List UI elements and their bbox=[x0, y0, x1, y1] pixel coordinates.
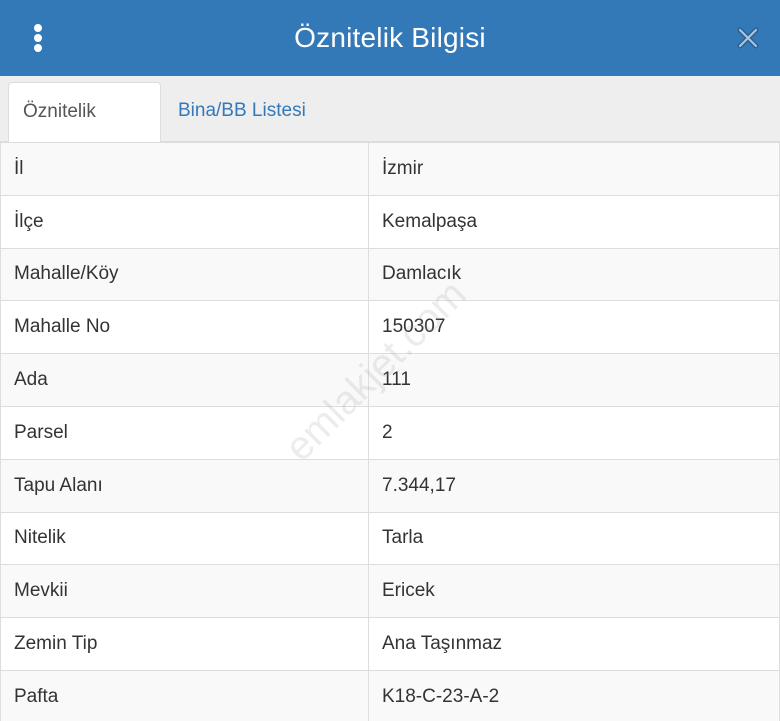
attribute-key: Tapu Alanı bbox=[0, 458, 369, 513]
table-row: Ada 111 bbox=[0, 353, 780, 407]
table-row: İlçe Kemalpaşa bbox=[0, 194, 780, 249]
attribute-value: Ericek bbox=[368, 564, 780, 619]
attribute-key: Pafta bbox=[0, 669, 369, 721]
attribute-value: İzmir bbox=[368, 142, 780, 196]
table-row: Mevkii Ericek bbox=[0, 564, 780, 619]
attribute-key: Ada bbox=[0, 353, 369, 407]
table-row: Mahalle/Köy Damlacık bbox=[0, 247, 780, 302]
attribute-value: 111 bbox=[368, 353, 780, 407]
attribute-value: 7.344,17 bbox=[368, 458, 780, 513]
tab-attribute-info[interactable]: Öznitelik Bilgisi bbox=[8, 82, 161, 180]
table-row: Tapu Alanı 7.344,17 bbox=[0, 458, 780, 513]
attribute-key: İl bbox=[0, 142, 369, 196]
table-row: Nitelik Tarla bbox=[0, 511, 780, 566]
table-row: İl İzmir bbox=[0, 142, 780, 196]
attribute-key: Nitelik bbox=[0, 511, 369, 566]
table-row: Mahalle No 150307 bbox=[0, 300, 780, 355]
attribute-key: Mevkii bbox=[0, 564, 369, 619]
table-row: Zemin Tip Ana Taşınmaz bbox=[0, 617, 780, 671]
table-row: Pafta K18-C-23-A-2 bbox=[0, 669, 780, 721]
attribute-key: Mahalle No bbox=[0, 300, 369, 355]
attribute-value: Damlacık bbox=[368, 247, 780, 302]
attribute-value: Tarla bbox=[368, 511, 780, 566]
attribute-key: Parsel bbox=[0, 405, 369, 460]
tab-bar: Öznitelik Bilgisi Bina/BB Listesi bbox=[0, 76, 780, 180]
close-icon[interactable] bbox=[734, 24, 762, 52]
attribute-value: K18-C-23-A-2 bbox=[368, 669, 780, 721]
attribute-table: İl İzmir İlçe Kemalpaşa Mahalle/Köy Damlacık M… bbox=[0, 142, 780, 721]
table-row: Parsel 2 bbox=[0, 405, 780, 460]
tab-building-list[interactable]: Bina/BB Listesi bbox=[164, 82, 320, 143]
attribute-value: 2 bbox=[368, 405, 780, 460]
attribute-value: 150307 bbox=[368, 300, 780, 355]
attribute-key: Zemin Tip bbox=[0, 617, 369, 671]
dialog-title: Öznitelik Bilgisi bbox=[294, 22, 486, 53]
attribute-key: İlçe bbox=[0, 194, 369, 249]
attribute-value: Kemalpaşa bbox=[368, 194, 780, 249]
attribute-value: Ana Taşınmaz bbox=[368, 617, 780, 671]
dialog-header: Öznitelik Bilgisi bbox=[0, 0, 780, 76]
attribute-key: Mahalle/Köy bbox=[0, 247, 369, 302]
